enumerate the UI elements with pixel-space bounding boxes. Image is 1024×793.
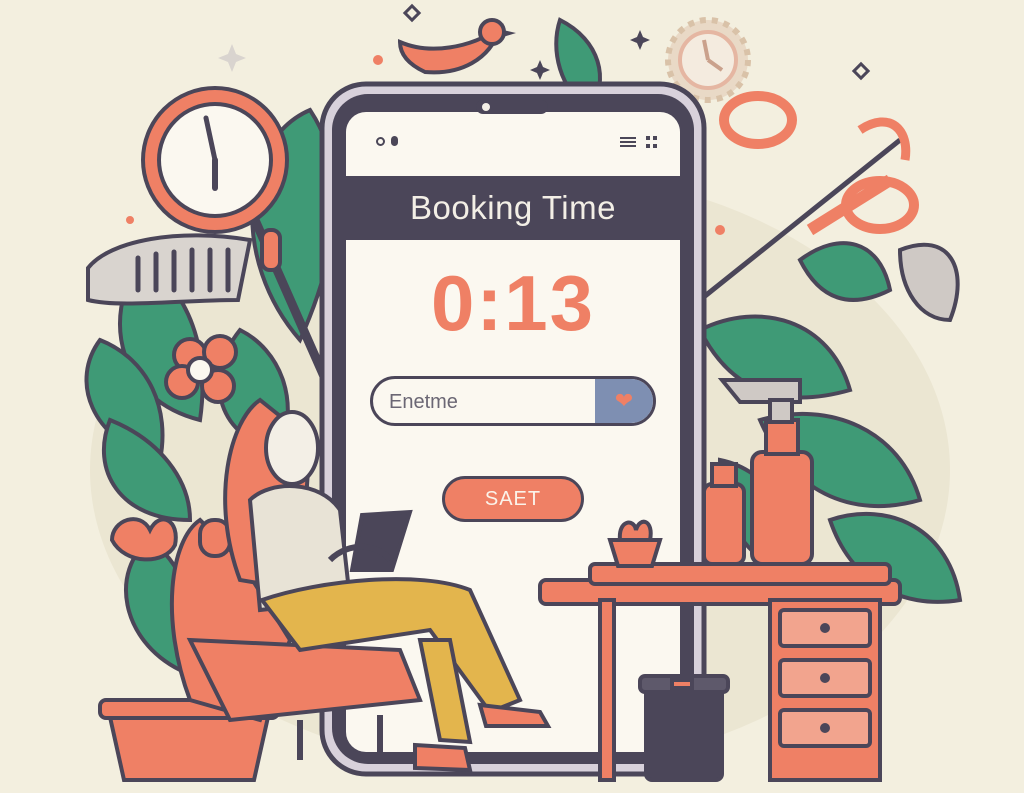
grey-leaf bbox=[897, 242, 960, 323]
booking-illustration: Booking Time 0:13 ❤ SAET bbox=[0, 0, 1024, 793]
name-input[interactable] bbox=[373, 379, 611, 423]
tulip-icon bbox=[109, 517, 178, 562]
grid-icon[interactable] bbox=[646, 136, 658, 148]
heart-icon: ❤ bbox=[614, 388, 634, 413]
menu-icon[interactable] bbox=[620, 136, 636, 148]
page-title: Booking Time bbox=[346, 176, 680, 240]
status-right bbox=[620, 136, 658, 148]
phone-status-bar bbox=[346, 132, 680, 156]
comb-icon bbox=[86, 233, 253, 306]
save-button[interactable]: SAET bbox=[442, 476, 584, 522]
status-left bbox=[376, 136, 398, 146]
bird-icon bbox=[397, 18, 516, 75]
booking-timer: 0:13 bbox=[430, 259, 596, 347]
phone-screen: Booking Time 0:13 ❤ SAET bbox=[346, 112, 680, 752]
pill-icon bbox=[391, 136, 398, 146]
name-input-group: ❤ bbox=[370, 376, 656, 426]
circle-dot-icon bbox=[376, 136, 385, 146]
small-bottle bbox=[702, 462, 746, 566]
heart-button[interactable]: ❤ bbox=[595, 379, 653, 423]
